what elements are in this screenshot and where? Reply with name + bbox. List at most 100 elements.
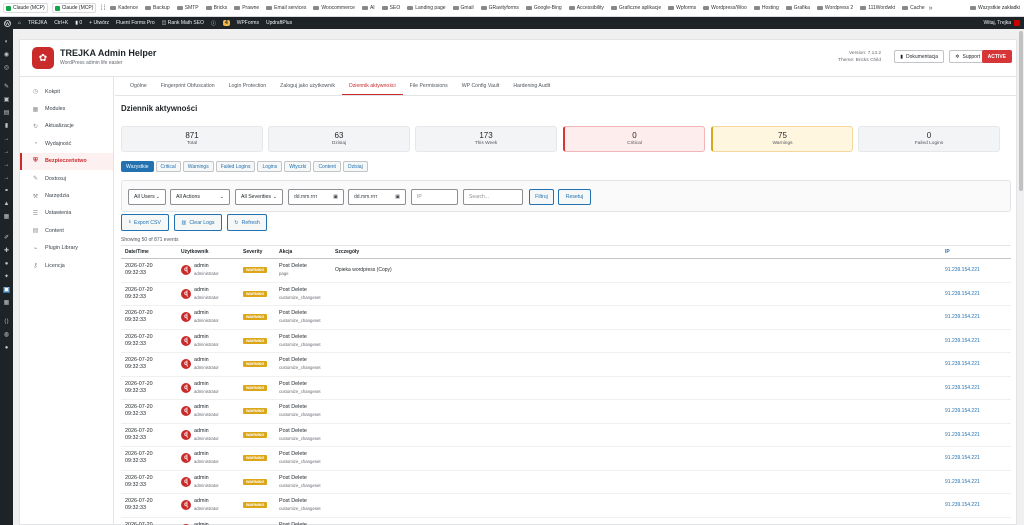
sidebar-item-licencja[interactable]: ⚷ Licencja	[20, 257, 113, 274]
user-filter-select[interactable]: All Users ⌄	[128, 189, 166, 205]
adminbar-updraftplus[interactable]: UpdraftPlus	[266, 20, 292, 26]
ip-filter-input[interactable]: IP	[411, 189, 458, 205]
tab-4[interactable]: Zaloguj jako użytkownik	[273, 77, 342, 95]
tab-1[interactable]: Ogólne	[123, 77, 154, 95]
filter-tab[interactable]: Content	[313, 161, 341, 172]
tab-8[interactable]: Hardening Audit	[506, 77, 557, 95]
search-input[interactable]: Search...	[463, 189, 523, 205]
tab-6[interactable]: File Permissions	[403, 77, 455, 95]
support-button[interactable]: ✲ Support	[949, 50, 986, 63]
bookmark-folder[interactable]: 111Wordwkt	[860, 5, 895, 11]
all-bookmarks-folder[interactable]: Wszystkie zakładki	[970, 5, 1020, 11]
media-menu-icon[interactable]: ▣	[3, 97, 10, 103]
export-csv-button[interactable]: ⭳ Export CSV	[121, 214, 169, 231]
bookmark-folder[interactable]: AI	[361, 5, 375, 11]
sidebar-item-dostosuj[interactable]: ✎ Dostosuj	[20, 170, 113, 187]
sidebar-item-kokpit[interactable]: ◷ Kokpit	[20, 83, 113, 100]
sidebar-item-modules[interactable]: ▦ Modules	[20, 100, 113, 117]
bookmark-folder[interactable]: Backup	[145, 5, 170, 11]
more-bookmarks-button[interactable]: »	[929, 5, 934, 12]
table-row[interactable]: 2026-07-2009:32:33ɖadminadministratorWAR…	[121, 471, 1011, 494]
arrow-menu-icon-3[interactable]: →	[3, 162, 10, 168]
comments-link[interactable]: ▮ 0	[75, 20, 82, 26]
bookmark-folder[interactable]: Bricks	[205, 5, 227, 11]
extension-claude-2[interactable]: Claude (MCP)	[51, 3, 97, 13]
scrollbar-thumb[interactable]	[1019, 31, 1023, 191]
sidebar-item-bezpiecze-stwo[interactable]: ⛨ Bezpieczeństwo	[20, 152, 113, 170]
pages-menu-icon[interactable]: ▤	[3, 110, 10, 116]
new-content-menu[interactable]: + Utwórz	[89, 20, 109, 26]
sidebar-item-wydajno-[interactable]: ◔ Wydajność	[20, 135, 113, 152]
apps-grid-icon[interactable]: ⁞⁞	[100, 5, 106, 12]
pin-menu-icon[interactable]: ✎	[3, 84, 10, 90]
filter-button[interactable]: Filtruj	[529, 189, 554, 205]
info-icon[interactable]: ⓘ	[211, 20, 216, 27]
ip-link[interactable]: 91.239.154.221	[945, 432, 1011, 438]
bookmark-folder[interactable]: Woocommerce	[313, 5, 355, 11]
table-row[interactable]: 2026-07-2009:32:33ɖadminadministratorWAR…	[121, 400, 1011, 424]
ip-link[interactable]: 91.239.154.221	[945, 267, 1011, 273]
trejka-helper-menu-icon[interactable]: ▣	[3, 287, 10, 293]
sidebar-item-narz-dzia[interactable]: ⚒ Narzędzia	[20, 187, 113, 204]
site-name-link[interactable]: TREJKA	[28, 20, 47, 26]
filter-tab[interactable]: Wtyczki	[284, 161, 312, 172]
arrow-menu-icon-1[interactable]: →	[3, 136, 10, 142]
table-row[interactable]: 2026-07-2009:32:33ɖadminadministratorWAR…	[121, 447, 1011, 471]
ip-link[interactable]: 91.239.154.221	[945, 408, 1011, 414]
dashboard-menu-icon[interactable]: ◐	[3, 39, 10, 45]
table-row[interactable]: 2026-07-2009:32:33ɖadminadministratorWAR…	[121, 353, 1011, 377]
bookmark-folder[interactable]: Wpforms	[668, 5, 696, 11]
bookmark-folder[interactable]: Gmail	[452, 5, 474, 11]
forms-menu-icon[interactable]: ▦	[3, 214, 10, 220]
filter-tab[interactable]: Dzisiaj	[342, 161, 368, 172]
collapse-menu-icon[interactable]: ●	[3, 345, 10, 351]
ip-link[interactable]: 91.239.154.221	[945, 314, 1011, 320]
sidebar-item-ustawienia[interactable]: ☰ Ustawienia	[20, 205, 113, 222]
users-menu-icon[interactable]: ●	[3, 261, 10, 267]
settings-menu-icon[interactable]: ▦	[3, 300, 10, 306]
ip-link[interactable]: 91.239.154.221	[945, 479, 1011, 485]
bookmark-folder[interactable]: Google-Bing	[525, 5, 562, 11]
ip-link[interactable]: 91.239.154.221	[945, 291, 1011, 297]
bookmark-folder[interactable]: SEO	[381, 5, 400, 11]
bookmark-folder[interactable]: Grafika	[785, 5, 810, 11]
documentation-button[interactable]: ▮ Dokumentacja	[894, 50, 944, 63]
adminbar-rank-math[interactable]: ◫ Rank Math SEO	[162, 20, 204, 26]
sidebar-item-content[interactable]: ▤ Content	[20, 222, 113, 239]
analytics-menu-icon[interactable]: ▲	[3, 201, 10, 207]
refresh-button[interactable]: ↻ Refresh	[227, 214, 267, 231]
table-row[interactable]: 2026-07-2009:32:33ɖadminadministratorWAR…	[121, 259, 1011, 283]
table-row[interactable]: 2026-07-2009:32:33ɖadminadministratorWAR…	[121, 424, 1011, 447]
filter-tab[interactable]: Failed Logins	[215, 161, 256, 172]
table-row[interactable]: 2026-07-2009:32:33ɖadminadministratorWAR…	[121, 518, 1011, 525]
page-scrollbar[interactable]	[1018, 29, 1024, 525]
date-to-input[interactable]: dd.mm.rrrr ▣	[348, 189, 406, 205]
tab-5[interactable]: Dziennik aktywności	[341, 77, 403, 95]
filter-tab[interactable]: Critical	[155, 161, 181, 172]
appearance-menu-icon[interactable]: ✐	[3, 235, 10, 241]
clear-logs-button[interactable]: ▥ Clear Logs	[174, 214, 222, 231]
seo-menu-icon[interactable]: ◍	[3, 332, 10, 338]
action-filter-select[interactable]: All Actions ⌄	[170, 189, 230, 205]
tools-menu-icon[interactable]: ✦	[3, 274, 10, 280]
sidebar-item-plugin-library[interactable]: ⌁ Plugin Library	[20, 240, 113, 257]
reset-button[interactable]: Resetuj	[558, 189, 591, 205]
tab-2[interactable]: Fingerprint Obfuscation	[154, 77, 222, 95]
circle-menu-icon[interactable]: ◎	[3, 65, 10, 71]
user-account-menu[interactable]: Witaj, Trejka	[983, 20, 1020, 26]
bookmark-folder[interactable]: Accessibility	[568, 5, 604, 11]
table-row[interactable]: 2026-07-2009:32:33ɖadminadministratorWAR…	[121, 306, 1011, 330]
bookmark-folder[interactable]: Kadence	[110, 5, 138, 11]
table-row[interactable]: 2026-07-2009:32:33ɖadminadministratorWAR…	[121, 283, 1011, 306]
bookmark-folder[interactable]: SMTP	[176, 5, 199, 11]
ip-link[interactable]: 91.239.154.221	[945, 502, 1011, 508]
table-row[interactable]: 2026-07-2009:32:33ɖadminadministratorWAR…	[121, 377, 1011, 400]
extension-claude-1[interactable]: Claude (MCP)	[3, 3, 48, 13]
ip-link[interactable]: 91.239.154.221	[945, 385, 1011, 391]
table-row[interactable]: 2026-07-2009:32:33ɖadminadministratorWAR…	[121, 330, 1011, 353]
filter-tab[interactable]: Warnings	[182, 161, 214, 172]
ip-link[interactable]: 91.239.154.221	[945, 361, 1011, 367]
table-row[interactable]: 2026-07-2009:32:33ɖadminadministratorWAR…	[121, 494, 1011, 518]
helper-menu-icon[interactable]: ◉	[3, 52, 10, 58]
ip-link[interactable]: 91.239.154.221	[945, 338, 1011, 344]
